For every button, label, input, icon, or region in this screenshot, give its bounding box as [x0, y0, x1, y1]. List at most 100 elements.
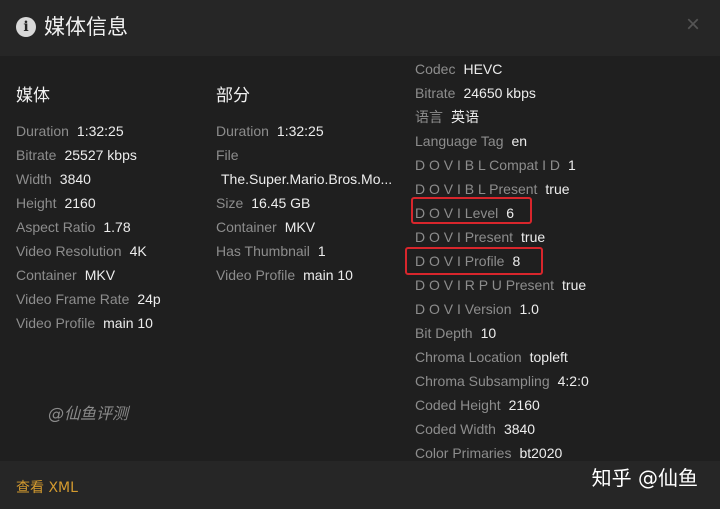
media-row-value: 1:32:25	[76, 123, 124, 139]
media-row-value: 25527 kbps	[64, 147, 137, 163]
media-column-heading: 媒体	[16, 86, 50, 106]
media-row: Aspect Ratio 1.78	[16, 217, 131, 237]
part-row-key: Has Thumbnail	[216, 243, 310, 259]
media-row-value: 3840	[59, 171, 91, 187]
stream-row-key: Coded Width	[415, 421, 496, 437]
stream-row: Bit Depth 10	[415, 323, 496, 343]
part-row: Has Thumbnail 1	[216, 241, 326, 261]
stream-row: Color Primaries bt2020	[415, 443, 562, 463]
stream-row-key: Bitrate	[415, 85, 456, 101]
stream-row-key: Language Tag	[415, 133, 504, 149]
dovi-level-highlight-box	[411, 197, 532, 224]
part-row-value: MKV	[284, 219, 316, 235]
media-row-key: Video Resolution	[16, 243, 122, 259]
part-row-value: 1	[317, 243, 326, 259]
stream-row: Coded Width 3840	[415, 419, 535, 439]
media-row-key: Duration	[16, 123, 69, 139]
part-row: Video Profile main 10	[216, 265, 353, 285]
part-row: Duration 1:32:25	[216, 121, 324, 141]
media-row-value: main 10	[103, 315, 153, 331]
stream-row-value: 10	[480, 325, 497, 341]
media-row-key: Height	[16, 195, 57, 211]
media-row: Video Profile main 10	[16, 313, 153, 333]
media-row-key: Container	[16, 267, 77, 283]
stream-row-value: 4:2:0	[557, 373, 589, 389]
stream-row: D O V I Version 1.0	[415, 299, 539, 319]
part-row-value: 1:32:25	[276, 123, 324, 139]
stream-row-value: 2160	[508, 397, 540, 413]
stream-row-key: Chroma Subsampling	[415, 373, 550, 389]
watermark: @仙鱼评测	[48, 404, 129, 423]
stream-row-value: true	[562, 277, 587, 293]
stream-row-key: Bit Depth	[415, 325, 473, 341]
stream-row-key: D O V I B L Compat I D	[415, 157, 560, 173]
stream-row-key: 语言	[415, 109, 443, 125]
stream-row-key: D O V I Version	[415, 301, 512, 317]
media-row-key: Aspect Ratio	[16, 219, 96, 235]
stream-row: D O V I B L Compat I D 1	[415, 155, 576, 175]
stream-row-value: HEVC	[463, 61, 503, 77]
stream-row: Codec HEVC	[415, 59, 502, 79]
media-info-dialog: i 媒体信息 × 媒体 部分 Duration 1:32:25 Bitrate 255…	[0, 0, 720, 509]
media-row-value: 1.78	[103, 219, 131, 235]
part-row-value: main 10	[303, 267, 353, 283]
part-row-key: Container	[216, 219, 277, 235]
media-row: Container MKV	[16, 265, 115, 285]
stream-row-value: 3840	[503, 421, 536, 437]
media-row-value: MKV	[84, 267, 116, 283]
stream-row: Chroma Location topleft	[415, 347, 568, 367]
stream-row-value: 英语	[451, 109, 479, 125]
part-row-value: 16.45 GB	[251, 195, 311, 211]
part-row-key: Video Profile	[216, 267, 296, 283]
stream-row: Coded Height 2160	[415, 395, 540, 415]
view-xml-link[interactable]: 查看 XML	[16, 478, 78, 498]
part-row: The.Super.Mario.Bros.Mo...	[216, 169, 392, 189]
stream-row-value: 1	[567, 157, 576, 173]
info-icon: i	[16, 17, 36, 37]
part-row-value: The.Super.Mario.Bros.Mo...	[221, 171, 393, 187]
stream-row-key: Codec	[415, 61, 456, 77]
stream-row: D O V I Present true	[415, 227, 545, 247]
part-column-heading: 部分	[216, 86, 250, 106]
stream-row: D O V I R P U Present true	[415, 275, 586, 295]
stream-row: Bitrate 24650 kbps	[415, 83, 536, 103]
stream-row: Language Tag en	[415, 131, 527, 151]
stream-row-key: Coded Height	[415, 397, 501, 413]
stream-row: D O V I B L Present true	[415, 179, 570, 199]
part-row-key: File	[216, 147, 239, 163]
zhihu-watermark: 知乎 @仙鱼	[591, 466, 698, 490]
stream-row-value: 24650 kbps	[463, 85, 536, 101]
media-row-value: 2160	[64, 195, 96, 211]
stream-row-value: topleft	[529, 349, 568, 365]
stream-row-value: true	[545, 181, 570, 197]
media-row-value: 24p	[137, 291, 161, 307]
part-row: Size 16.45 GB	[216, 193, 310, 213]
dialog-title: 媒体信息	[44, 15, 128, 39]
media-row-value: 4K	[129, 243, 147, 259]
media-row: Video Resolution 4K	[16, 241, 147, 261]
stream-row-key: D O V I Present	[415, 229, 514, 245]
dialog-header: i 媒体信息 ×	[0, 0, 720, 56]
media-row-key: Video Profile	[16, 315, 96, 331]
stream-row-key: D O V I R P U Present	[415, 277, 555, 293]
part-row: Container MKV	[216, 217, 315, 237]
stream-row-value: true	[521, 229, 546, 245]
part-row: File	[216, 145, 239, 165]
media-row: Video Frame Rate 24p	[16, 289, 161, 309]
stream-row-value: 1.0	[519, 301, 539, 317]
stream-row: Chroma Subsampling 4:2:0	[415, 371, 589, 391]
media-row-key: Bitrate	[16, 147, 57, 163]
media-row-key: Video Frame Rate	[16, 291, 130, 307]
dovi-profile-highlight-box	[405, 247, 543, 275]
stream-row-value: en	[511, 133, 528, 149]
part-row-key: Duration	[216, 123, 269, 139]
close-icon[interactable]: ×	[682, 13, 704, 37]
stream-row: 语言 英语	[415, 107, 479, 127]
stream-row-key: Chroma Location	[415, 349, 522, 365]
media-row-key: Width	[16, 171, 52, 187]
media-row: Duration 1:32:25	[16, 121, 124, 141]
stream-row-key: D O V I B L Present	[415, 181, 538, 197]
stream-row-value: bt2020	[519, 445, 563, 461]
part-row-key: Size	[216, 195, 244, 211]
media-row: Height 2160	[16, 193, 96, 213]
